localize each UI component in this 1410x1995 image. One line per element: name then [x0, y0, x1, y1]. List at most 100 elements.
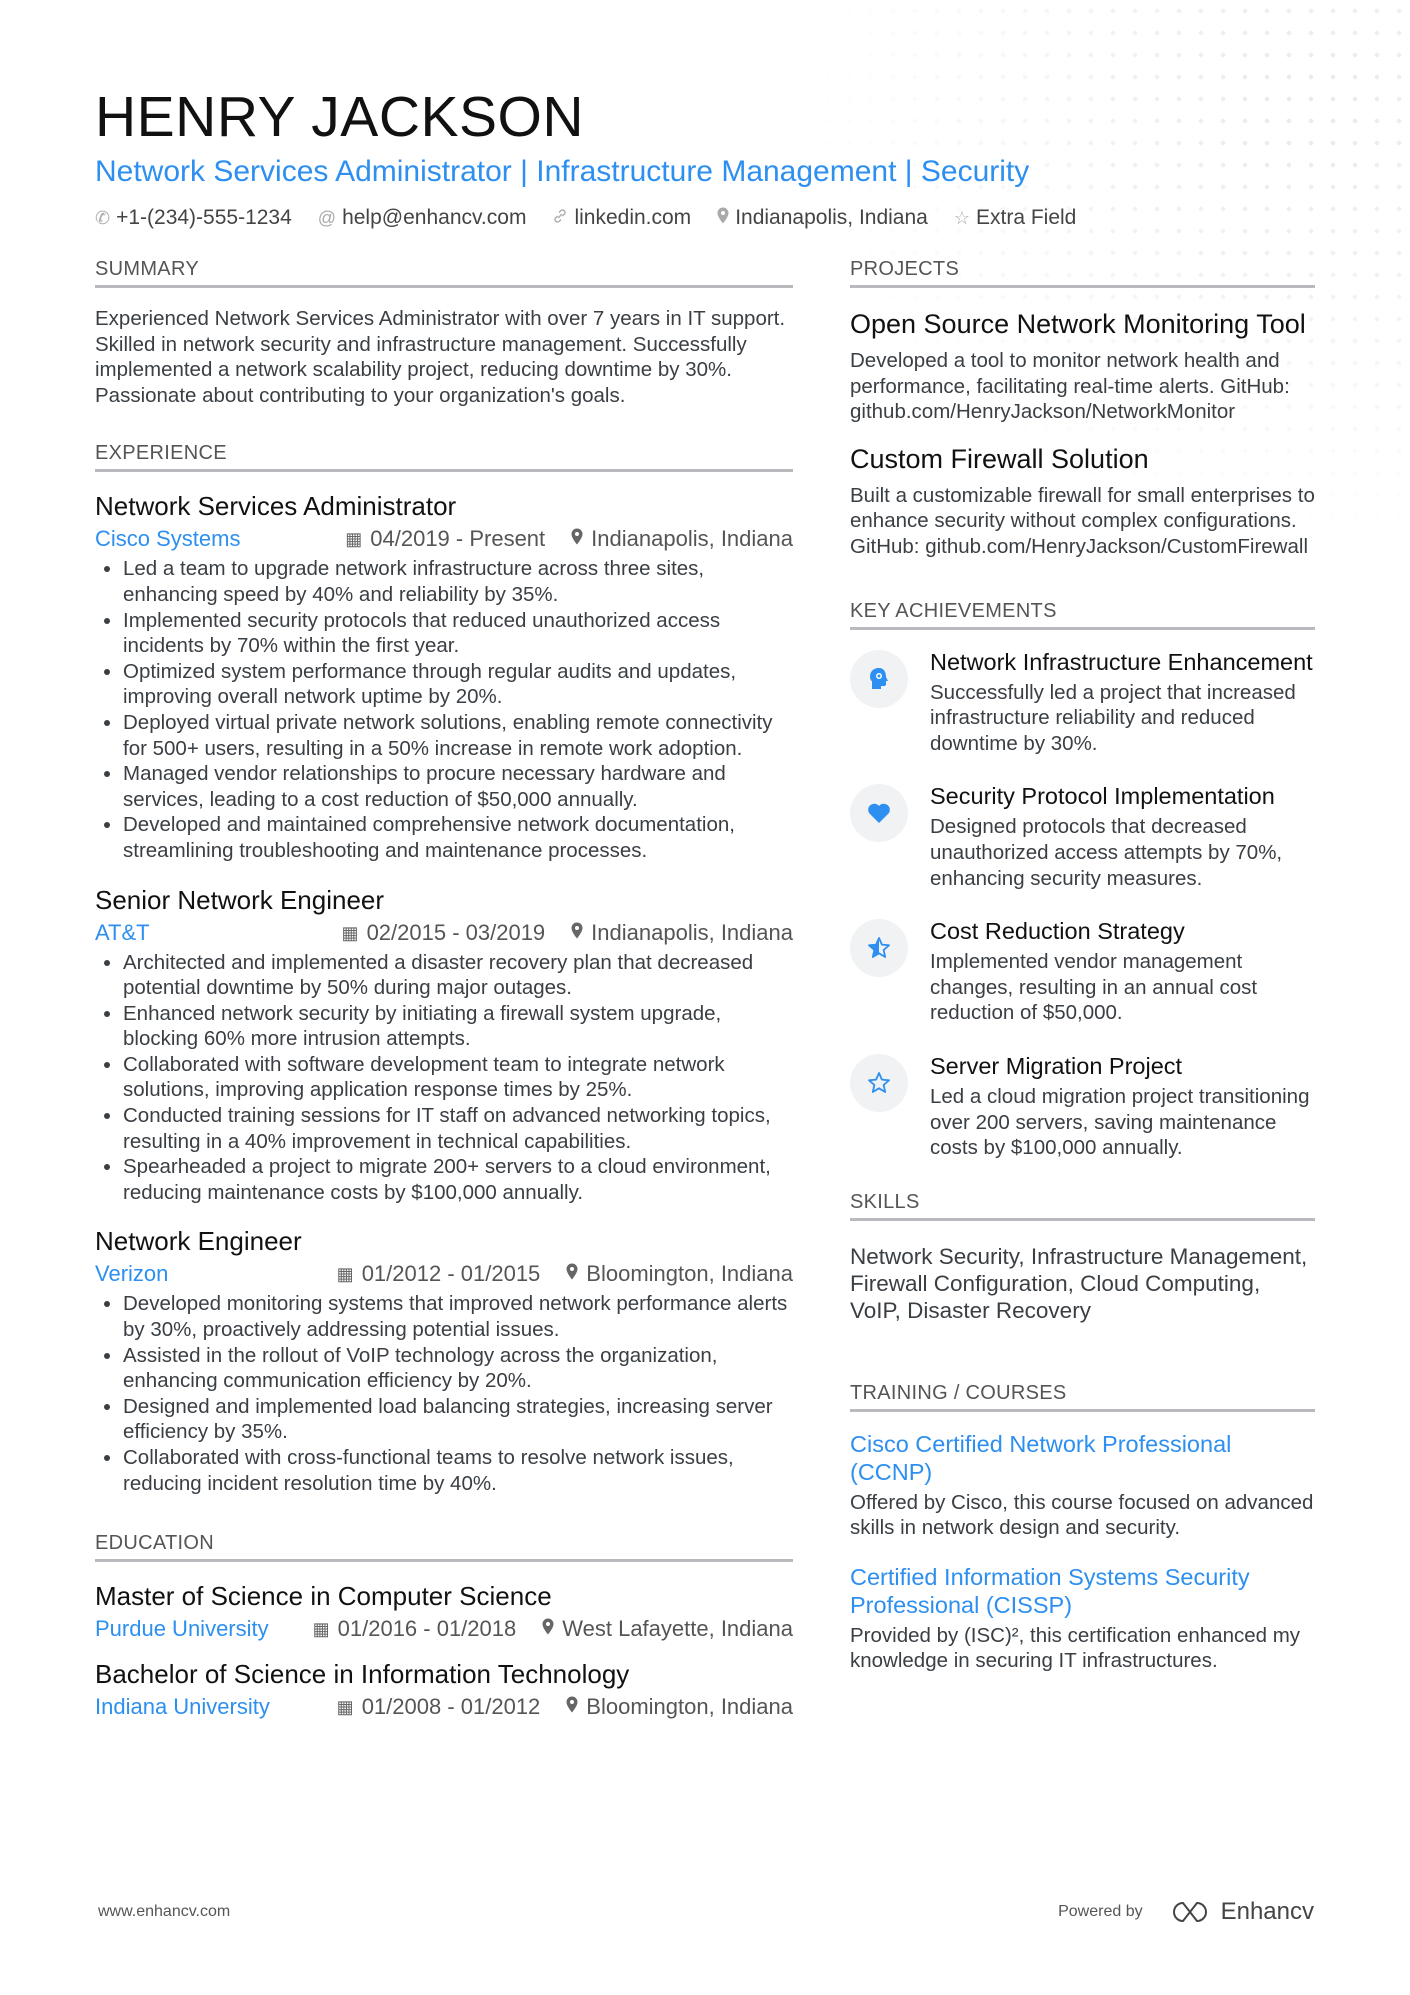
bullet: Spearheaded a project to migrate 200+ se… — [123, 1154, 793, 1205]
course-title[interactable]: Certified Information Systems Security P… — [850, 1563, 1315, 1619]
heart-icon — [850, 784, 908, 843]
job-bullets: Architected and implemented a disaster r… — [95, 950, 793, 1206]
bullet: Enhanced network security by initiating … — [123, 1001, 793, 1052]
skills-section: SKILLS Network Security, Infrastructure … — [850, 1191, 1315, 1324]
job-title: Network Services Administrator — [95, 491, 457, 522]
location-text: Indianapolis, Indiana — [591, 919, 793, 945]
education-section: EDUCATION Master of Science in Computer … — [95, 1532, 793, 1722]
location-text: Indianapolis, Indiana — [591, 526, 793, 552]
job-entry: Network Services Administrator Cisco Sys… — [95, 490, 793, 863]
location-pin-icon — [717, 207, 729, 229]
company-name[interactable]: Verizon — [95, 1259, 168, 1289]
location-pin-icon — [571, 524, 583, 554]
summary-text: Experienced Network Services Administrat… — [95, 307, 786, 407]
contact-linkedin[interactable]: linkedin.com — [552, 206, 691, 230]
contact-email[interactable]: @ help@enhancv.com — [318, 206, 527, 230]
achievement-entry: Network Infrastructure Enhancement Succe… — [850, 648, 1315, 757]
education-location: West Lafayette, Indiana — [542, 1614, 793, 1644]
project-entry: Open Source Network Monitoring Tool Deve… — [850, 306, 1315, 425]
location-text: Bloomington, Indiana — [586, 1261, 793, 1287]
achievement-description: Led a cloud migration project transition… — [930, 1084, 1310, 1160]
location-pin-icon — [542, 1614, 554, 1644]
calendar-icon: ▦ — [336, 1697, 354, 1718]
project-title: Custom Firewall Solution — [850, 443, 1149, 474]
achievement-description: Implemented vendor management changes, r… — [930, 950, 1258, 1025]
location-pin-icon — [571, 918, 583, 948]
course-entry: Cisco Certified Network Professional (CC… — [850, 1430, 1315, 1541]
job-dates: ▦ 01/2012 - 01/2015 — [337, 1259, 541, 1289]
bullet: Implemented security protocols that redu… — [123, 608, 793, 659]
footer-website-link[interactable]: www.enhancv.com — [98, 1903, 230, 1921]
job-dates: ▦ 02/2015 - 03/2019 — [342, 918, 546, 948]
contact-phone[interactable]: ✆ +1-(234)-555-1234 — [95, 206, 292, 230]
education-meta: Purdue University ▦ 01/2016 - 01/2018 Wes… — [95, 1614, 793, 1644]
job-meta: Verizon ▦ 01/2012 - 01/2015 Bloomington, … — [95, 1259, 793, 1289]
company-name[interactable]: AT&T — [95, 918, 150, 948]
left-column: SUMMARY Experienced Network Services Adm… — [95, 258, 793, 1756]
star-icon: ☆ — [953, 207, 970, 228]
powered-by: Powered by Enhancv — [1058, 1898, 1314, 1926]
calendar-icon: ▦ — [345, 529, 363, 550]
powered-by-label: Powered by — [1058, 1903, 1143, 1920]
company-name[interactable]: Cisco Systems — [95, 524, 240, 554]
resume-header: HENRY JACKSON Network Services Administr… — [95, 82, 1325, 230]
job-bullets: Developed monitoring systems that improv… — [95, 1291, 793, 1496]
dates-text: 01/2016 - 01/2018 — [337, 1616, 517, 1642]
course-title[interactable]: Cisco Certified Network Professional (CC… — [850, 1430, 1315, 1486]
projects-section: PROJECTS Open Source Network Monitoring … — [850, 258, 1315, 560]
degree-title: Master of Science in Computer Science — [95, 1581, 552, 1612]
course-entry: Certified Information Systems Security P… — [850, 1563, 1315, 1674]
education-meta: Indiana University ▦ 01/2008 - 01/2012 Bl… — [95, 1692, 793, 1722]
dates-text: 01/2012 - 01/2015 — [361, 1261, 541, 1287]
section-heading: KEY ACHIEVEMENTS — [850, 600, 1315, 630]
job-location: Indianapolis, Indiana — [571, 918, 793, 948]
education-location: Bloomington, Indiana — [566, 1692, 793, 1722]
school-name[interactable]: Purdue University — [95, 1614, 269, 1644]
location-text: Bloomington, Indiana — [586, 1694, 793, 1720]
achievement-description: Successfully led a project that increase… — [930, 680, 1296, 755]
achievements-section: KEY ACHIEVEMENTS Network Infrastructure … — [850, 600, 1315, 1161]
job-location: Indianapolis, Indiana — [571, 524, 793, 554]
section-heading: TRAINING / COURSES — [850, 1382, 1315, 1412]
bullet: Led a team to upgrade network infrastruc… — [123, 556, 793, 607]
candidate-headline: Network Services Administrator | Infrast… — [95, 155, 1030, 188]
head-idea-icon — [850, 649, 908, 708]
project-title: Open Source Network Monitoring Tool — [850, 309, 1306, 339]
calendar-icon: ▦ — [312, 1619, 330, 1640]
bullet: Designed and implemented load balancing … — [123, 1394, 793, 1445]
phone-icon: ✆ — [95, 207, 111, 228]
section-heading: EXPERIENCE — [95, 442, 793, 473]
section-heading: EDUCATION — [95, 1532, 793, 1563]
half-star-icon — [850, 919, 908, 978]
project-entry: Custom Firewall Solution Built a customi… — [850, 441, 1315, 560]
calendar-icon: ▦ — [336, 1264, 354, 1285]
contact-extra: ☆ Extra Field — [954, 206, 1077, 230]
enhancv-logo[interactable]: Enhancv — [1167, 1898, 1314, 1926]
education-dates: ▦ 01/2008 - 01/2012 — [337, 1692, 541, 1722]
achievement-description: Designed protocols that decreased unauth… — [930, 815, 1283, 890]
education-entry: Bachelor of Science in Information Techn… — [95, 1658, 793, 1722]
contact-email-text: help@enhancv.com — [342, 206, 527, 229]
bullet: Managed vendor relationships to procure … — [123, 761, 793, 812]
achievement-title: Network Infrastructure Enhancement — [930, 648, 1313, 675]
job-meta: AT&T ▦ 02/2015 - 03/2019 Indianapolis, In… — [95, 918, 793, 948]
dates-text: 04/2019 - Present — [370, 526, 546, 552]
location-text: West Lafayette, Indiana — [562, 1616, 793, 1642]
job-title: Network Engineer — [95, 1226, 302, 1257]
project-description: Developed a tool to monitor network heal… — [850, 349, 1290, 424]
bullet: Deployed virtual private network solutio… — [123, 710, 793, 761]
star-outline-icon — [850, 1053, 908, 1112]
contact-location-text: Indianapolis, Indiana — [735, 206, 928, 229]
enhancv-brand-text: Enhancv — [1220, 1898, 1314, 1925]
summary-section: SUMMARY Experienced Network Services Adm… — [95, 258, 793, 408]
education-entry: Master of Science in Computer Science Pu… — [95, 1580, 793, 1644]
candidate-name: HENRY JACKSON — [95, 85, 585, 149]
job-entry: Senior Network Engineer AT&T ▦ 02/2015 - … — [95, 884, 793, 1206]
school-name[interactable]: Indiana University — [95, 1692, 270, 1722]
training-section: TRAINING / COURSES Cisco Certified Netwo… — [850, 1382, 1315, 1674]
calendar-icon: ▦ — [341, 922, 359, 943]
job-title: Senior Network Engineer — [95, 884, 385, 915]
achievement-title: Server Migration Project — [930, 1052, 1183, 1079]
experience-section: EXPERIENCE Network Services Administrato… — [95, 442, 793, 1496]
link-icon — [552, 208, 568, 229]
